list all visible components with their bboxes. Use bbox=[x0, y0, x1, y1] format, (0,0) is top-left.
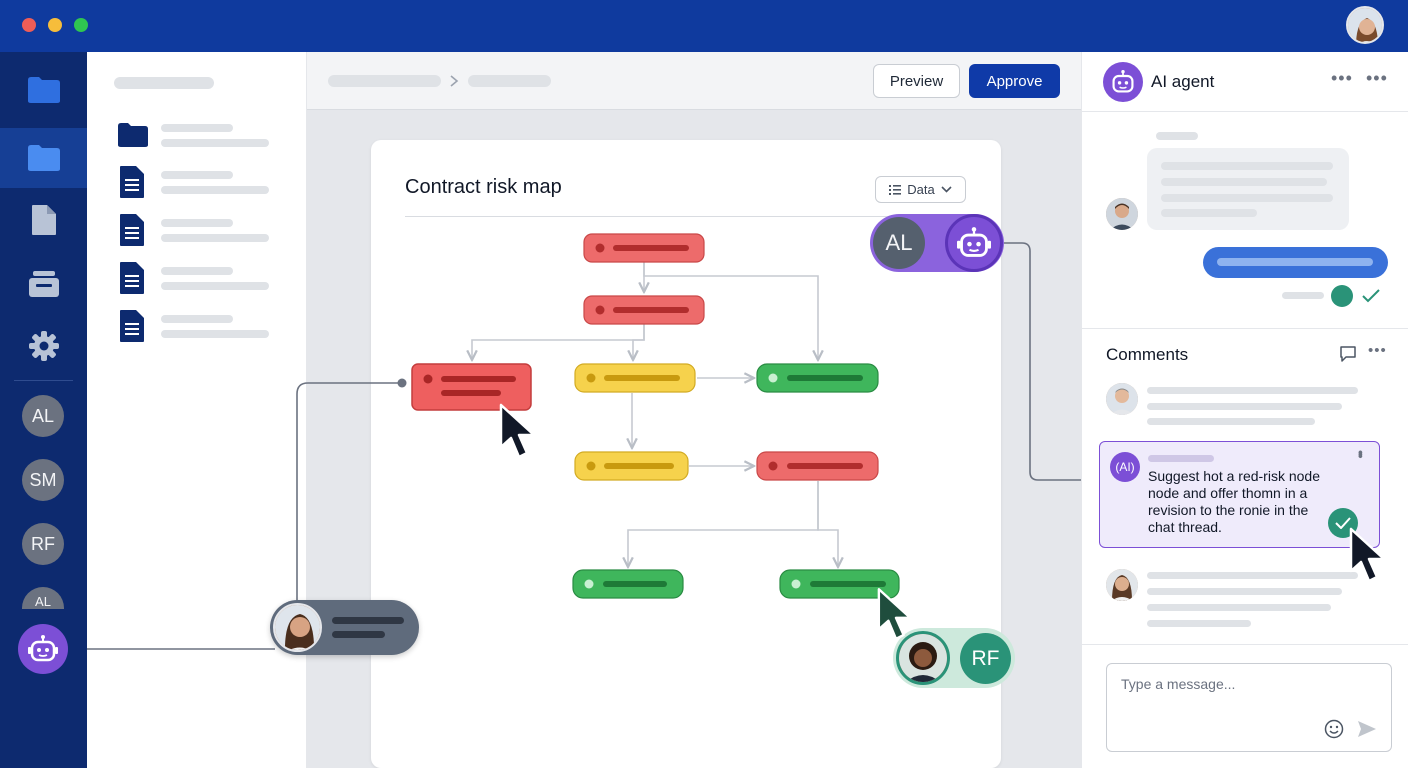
flow-node-high-risk[interactable] bbox=[583, 295, 705, 325]
message-composer bbox=[1106, 663, 1392, 752]
agent-header: AI agent ••• ••• bbox=[1082, 52, 1408, 112]
agent-avatar bbox=[1103, 62, 1143, 102]
ai-agent-panel: AI agent ••• ••• Comments ••• (AI) ••• S… bbox=[1081, 52, 1408, 768]
comment-line bbox=[1147, 403, 1342, 410]
more-options-icon[interactable]: ••• bbox=[1331, 68, 1353, 89]
flow-node-medium-risk[interactable] bbox=[574, 363, 696, 393]
cursor-pointer-icon bbox=[877, 588, 912, 640]
connector-dot bbox=[397, 378, 407, 388]
cursor-pointer-icon bbox=[1349, 527, 1386, 583]
ai-suggestion-comment[interactable]: (AI) ••• Suggest hot a red-risk node nod… bbox=[1099, 441, 1380, 548]
collaborator-avatar bbox=[273, 603, 322, 652]
sender-avatar bbox=[1106, 198, 1138, 230]
flow-edge bbox=[633, 324, 645, 360]
cursor-pointer-icon bbox=[499, 403, 536, 459]
read-receipt-avatar bbox=[1331, 285, 1353, 307]
more-menu-icon[interactable]: ••• bbox=[1366, 68, 1388, 89]
flow-node-high-risk[interactable] bbox=[756, 451, 879, 481]
flow-node-low-risk[interactable] bbox=[756, 363, 879, 393]
commenter-avatar bbox=[1106, 383, 1138, 415]
ai-badge: (AI) bbox=[1110, 452, 1140, 482]
message-input[interactable] bbox=[1121, 676, 1361, 692]
comment-icon[interactable] bbox=[1339, 345, 1357, 363]
robot-icon bbox=[957, 227, 991, 257]
comment-line bbox=[1147, 387, 1358, 394]
flow-edge bbox=[628, 481, 819, 567]
commenter-avatar bbox=[1106, 569, 1138, 601]
comments-more-icon[interactable]: ••• bbox=[1368, 342, 1387, 359]
connector-line bbox=[1003, 242, 1090, 481]
message-timestamp-placeholder bbox=[1282, 292, 1324, 299]
comment-line bbox=[1147, 588, 1342, 595]
robot-icon bbox=[1112, 70, 1134, 93]
connector-line bbox=[296, 382, 402, 603]
check-icon bbox=[1362, 289, 1380, 303]
comment-line bbox=[1147, 572, 1358, 579]
agent-title: AI agent bbox=[1151, 72, 1215, 91]
kebab-menu-icon[interactable]: ••• bbox=[1353, 450, 1369, 456]
comment-line bbox=[1147, 418, 1315, 425]
agent-presence-bot[interactable] bbox=[945, 214, 1003, 272]
comment-line bbox=[1147, 604, 1331, 611]
flow-edge bbox=[472, 324, 645, 360]
message-sender-placeholder bbox=[1156, 132, 1198, 140]
comment-author-placeholder bbox=[1148, 455, 1214, 462]
comments-heading: Comments bbox=[1106, 345, 1189, 364]
comment-line bbox=[1147, 620, 1251, 627]
flow-node-low-risk[interactable] bbox=[572, 569, 684, 599]
flow-node-high-risk[interactable] bbox=[583, 233, 705, 263]
flow-edge bbox=[817, 481, 838, 567]
presence-avatar-al[interactable]: AL bbox=[873, 217, 925, 269]
presence-avatar-rf[interactable]: RF bbox=[960, 633, 1011, 684]
send-icon[interactable] bbox=[1357, 720, 1377, 738]
composer-divider bbox=[1082, 644, 1408, 645]
user-message-bubble bbox=[1203, 247, 1388, 278]
emoji-icon[interactable] bbox=[1324, 719, 1344, 739]
section-divider bbox=[1082, 328, 1408, 329]
flow-node-medium-risk[interactable] bbox=[574, 451, 689, 481]
ai-comment-text: Suggest hot a red-risk node node and off… bbox=[1148, 468, 1320, 535]
agent-message-bubble bbox=[1147, 148, 1349, 230]
